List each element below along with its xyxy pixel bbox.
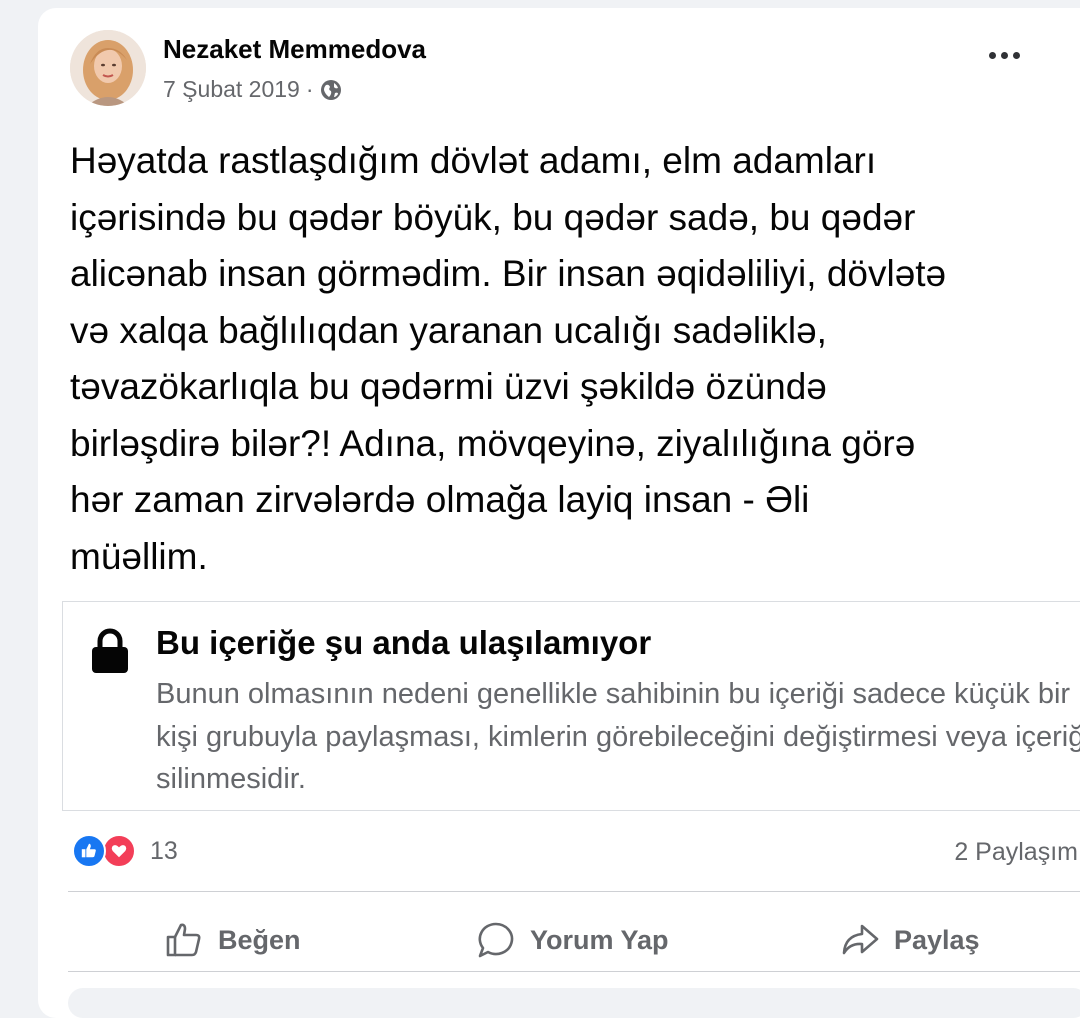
comment-button[interactable]: Yorum Yap [476, 901, 669, 979]
like-label: Beğen [218, 924, 301, 955]
post-date[interactable]: 7 Şubat 2019 [163, 76, 300, 103]
avatar-image [70, 30, 146, 106]
author-name[interactable]: Nezaket Memmedova [163, 34, 426, 65]
more-dot [989, 52, 996, 59]
action-bar: Beğen Yorum Yap Paylaş [68, 901, 1080, 979]
meta-separator: · [305, 76, 314, 102]
notice-body: Bunun olmasının nedeni genellikle sahibi… [156, 678, 1080, 795]
divider [68, 891, 1080, 892]
notice-title: Bu içeriğe şu anda ulaşılamıyor [156, 624, 652, 661]
avatar[interactable] [70, 30, 146, 106]
divider [68, 971, 1080, 972]
next-post-card [68, 988, 1080, 1018]
share-count[interactable]: 2 Paylaşım [954, 838, 1078, 867]
comment-label: Yorum Yap [530, 924, 669, 955]
more-dot [1001, 52, 1008, 59]
post-text: Həyatda rastlaşdığım dövlət adamı, elm a… [70, 140, 947, 577]
love-reaction-icon [102, 834, 136, 868]
globe-icon[interactable] [320, 79, 342, 101]
like-button[interactable]: Beğen [164, 901, 301, 979]
share-button[interactable]: Paylaş [840, 901, 980, 979]
comment-bubble-icon [478, 922, 514, 958]
more-options-icon[interactable] [989, 52, 1020, 59]
more-dot [1013, 52, 1020, 59]
post-meta: 7 Şubat 2019 · [163, 76, 342, 103]
lock-icon [91, 628, 129, 674]
share-arrow-icon [842, 924, 879, 955]
post-card: Nezaket Memmedova 7 Şubat 2019 · Həyatda… [38, 8, 1080, 1018]
reaction-count: 13 [150, 836, 178, 865]
unavailable-content-notice: Bu içeriğe şu anda ulaşılamıyor Bunun ol… [62, 601, 1080, 811]
reactions-summary[interactable]: 13 [72, 834, 178, 868]
like-reaction-icon [72, 834, 106, 868]
share-label: Paylaş [894, 924, 980, 955]
thumbs-up-icon [166, 923, 201, 957]
